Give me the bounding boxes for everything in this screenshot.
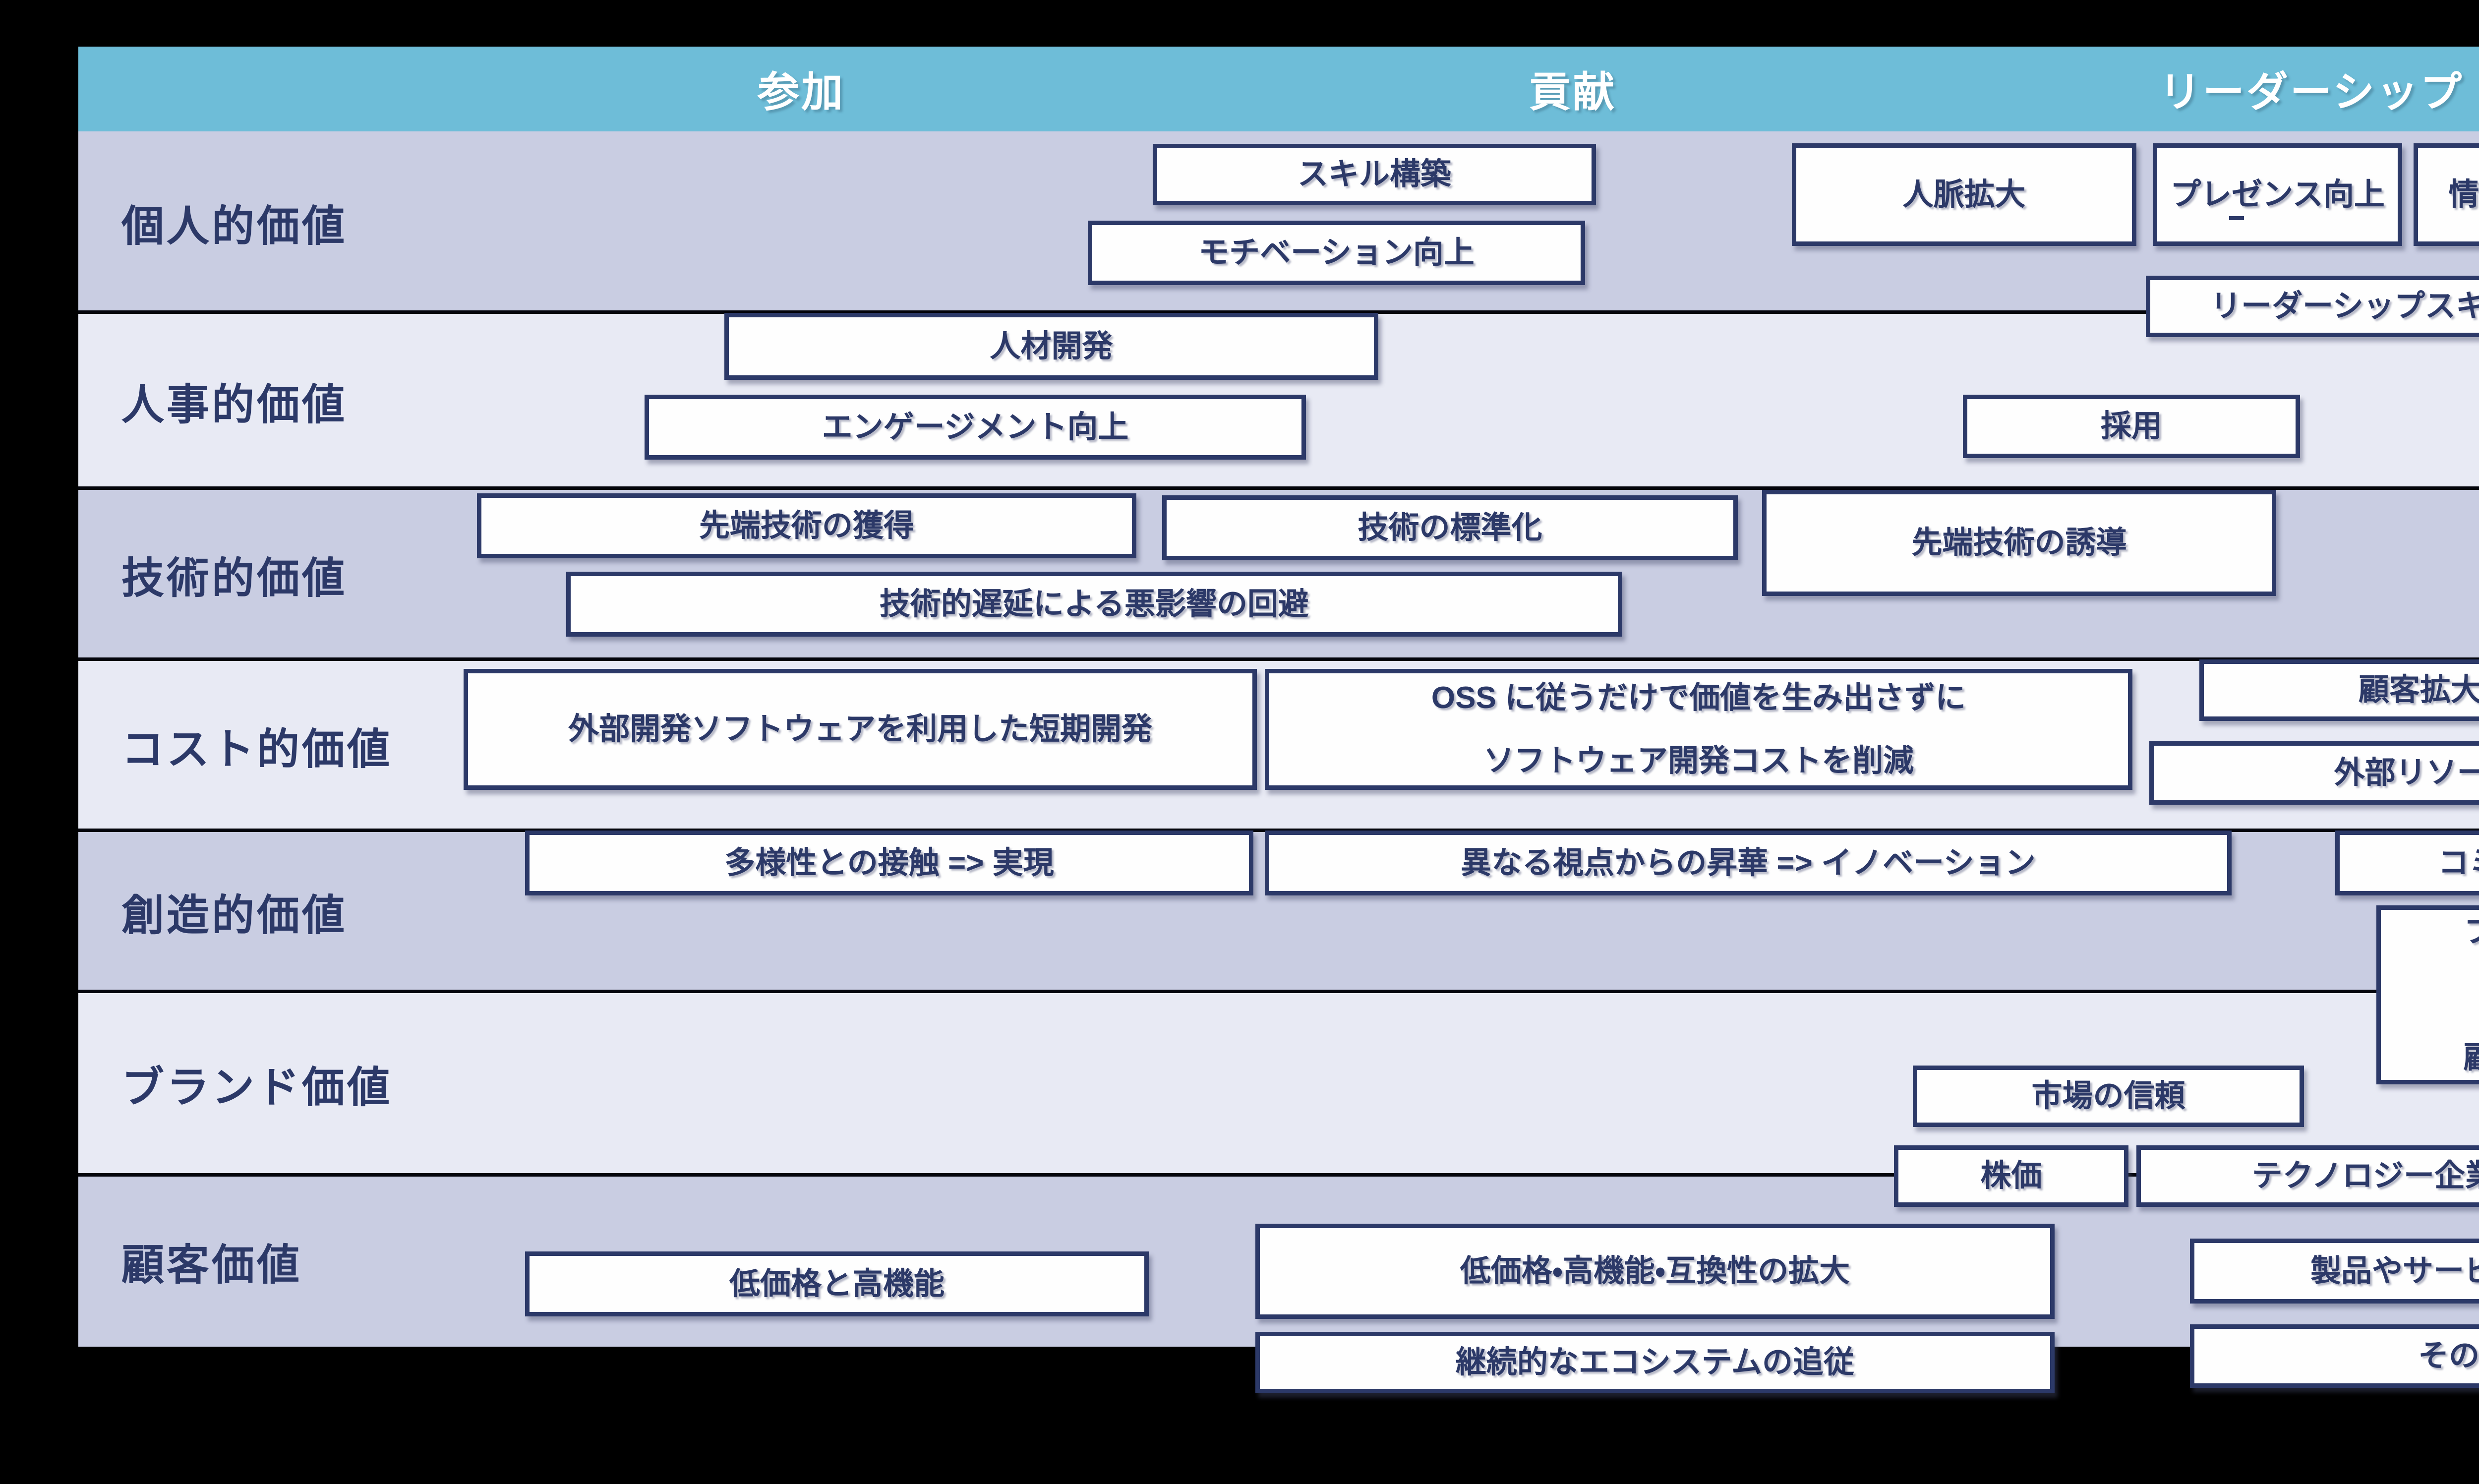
column-header-2: 貢献 <box>1529 59 1616 119</box>
node-box: 外部開発ソフトウェアを利用した短期開発 <box>464 669 1257 790</box>
node-label: 先端技術の獲得 <box>699 508 914 543</box>
node-label: 技術の標準化 <box>1358 510 1542 545</box>
node-box: プレゼンス向上 <box>2153 143 2402 246</box>
row-label-6: ブランド価値 <box>121 1053 392 1115</box>
node-label: 株価 <box>1980 1158 2042 1193</box>
diagram-stage: 参加 貢献 リーダーシップ個人的価値人事的価値技術的価値コスト的価値創造的価値ブラン… <box>0 0 2479 1484</box>
node-box: 情報などの自動的な収集 <box>2414 143 2479 246</box>
node-box: フィードバック利用拡大顧客満足度向上 <box>2376 905 2479 1084</box>
node-label: プレゼンス向上 <box>2170 177 2385 212</box>
node-box: 人材開発 <box>724 313 1378 380</box>
node-label: 技術的遅延による悪影響の回避 <box>880 587 1309 622</box>
node-box: 異なる視点からの昇華 => イノベーション <box>1265 831 2232 895</box>
node-label: 外部リソースの活用 <box>2334 755 2479 790</box>
node-box: 先端技術の獲得 <box>477 493 1136 558</box>
node-label: モチベーション向上 <box>1198 235 1475 270</box>
node-label: 製品やサービスの持続可能性 <box>2310 1253 2479 1289</box>
row-separator-3 <box>78 657 2479 661</box>
node-box: 顧客拡大 <box>2199 659 2479 721</box>
node-label: テクノロジー企業としての存在感 <box>2252 1158 2479 1193</box>
node-label: その他？？？ <box>2418 1338 2479 1373</box>
row-label-5: 創造的価値 <box>121 880 347 942</box>
node-label: 人材開発 <box>990 329 1113 364</box>
row-label-1: 個人的価値 <box>121 191 347 253</box>
node-label: OSS に従うだけで価値を生み出さずに <box>1431 680 1966 715</box>
node-box: 採用 <box>1963 395 2300 458</box>
node-box: 多様性との接触 => 実現 <box>525 831 1253 895</box>
node-label: 情報などの自動的な収集 <box>2448 177 2479 212</box>
node-box: スキル構築 <box>1153 144 1596 205</box>
node-box: 市場の信頼 <box>1913 1066 2304 1127</box>
node-label: スキル構築 <box>1298 157 1451 192</box>
node-label: 継続的なエコシステムの追従 <box>1456 1345 1854 1380</box>
node-label: コミュニティの獲得 <box>2438 845 2479 881</box>
node-box: 外部リソースの活用 <box>2149 741 2479 805</box>
node-label: 顧客拡大 <box>2359 672 2479 708</box>
node-label: ソフトウェア開発コストを削減 <box>1483 743 1914 778</box>
node-box: リーダーシップスキル構築 <box>2146 276 2479 337</box>
node-label: 低価格と高機能 <box>729 1266 944 1302</box>
row-label-4: コスト的価値 <box>121 714 392 776</box>
node-box: 製品やサービスの持続可能性 <box>2190 1239 2479 1304</box>
node-box: コミュニティの獲得 <box>2335 831 2479 895</box>
node-box: OSS に従うだけで価値を生み出さずにソフトウェア開発コストを削減 <box>1265 669 2132 790</box>
board: 参加 貢献 リーダーシップ個人的価値人事的価値技術的価値コスト的価値創造的価値ブラン… <box>78 47 2479 1347</box>
column-header-1: 参加 <box>758 59 845 119</box>
node-box: 技術的遅延による悪影響の回避 <box>566 572 1622 637</box>
node-box: テクノロジー企業としての存在感 <box>2136 1145 2479 1207</box>
node-label: 多様性との接触 => 実現 <box>724 845 1054 881</box>
node-label: 外部開発ソフトウェアを利用した短期開発 <box>568 712 1152 747</box>
node-box: 株価 <box>1894 1145 2128 1207</box>
node-label: 低価格・高機能・互換性の拡大 <box>1460 1253 1850 1289</box>
node-box: 低価格と高機能 <box>525 1251 1149 1316</box>
node-box: エンゲージメント向上 <box>645 395 1306 460</box>
node-label: リーダーシップスキル構築 <box>2210 289 2479 324</box>
node-box: 低価格・高機能・互換性の拡大 <box>1255 1224 2055 1319</box>
row-separator-2 <box>78 486 2479 490</box>
node-box: 技術の標準化 <box>1162 495 1738 560</box>
row-label-7: 顧客価値 <box>121 1230 302 1292</box>
column-header-band <box>78 47 2479 131</box>
row-separator-5 <box>78 990 2479 993</box>
node-box: モチベーション向上 <box>1088 221 1585 285</box>
node-label: 先端技術の誘導 <box>1911 525 2126 560</box>
node-label: 顧客満足度向上 <box>2463 1040 2479 1075</box>
stray-dash-mark <box>2229 216 2244 220</box>
node-label: 異なる視点からの昇華 => イノベーション <box>1461 845 2036 881</box>
row-label-3: 技術的価値 <box>121 543 347 605</box>
node-box: 継続的なエコシステムの追従 <box>1255 1332 2055 1393</box>
node-label: 人脈拡大 <box>1902 177 2025 212</box>
node-label: フィードバック <box>2464 914 2479 950</box>
column-header-3: リーダーシップ <box>2159 59 2464 119</box>
node-label: エンゲージメント向上 <box>822 410 1129 445</box>
row-label-2: 人事的価値 <box>121 369 347 431</box>
node-label: 市場の信頼 <box>2031 1078 2185 1114</box>
node-box: 先端技術の誘導 <box>1762 490 2276 596</box>
node-box: 人脈拡大 <box>1792 143 2136 246</box>
node-box: その他？？？ <box>2190 1324 2479 1388</box>
node-label: 採用 <box>2101 409 2162 444</box>
